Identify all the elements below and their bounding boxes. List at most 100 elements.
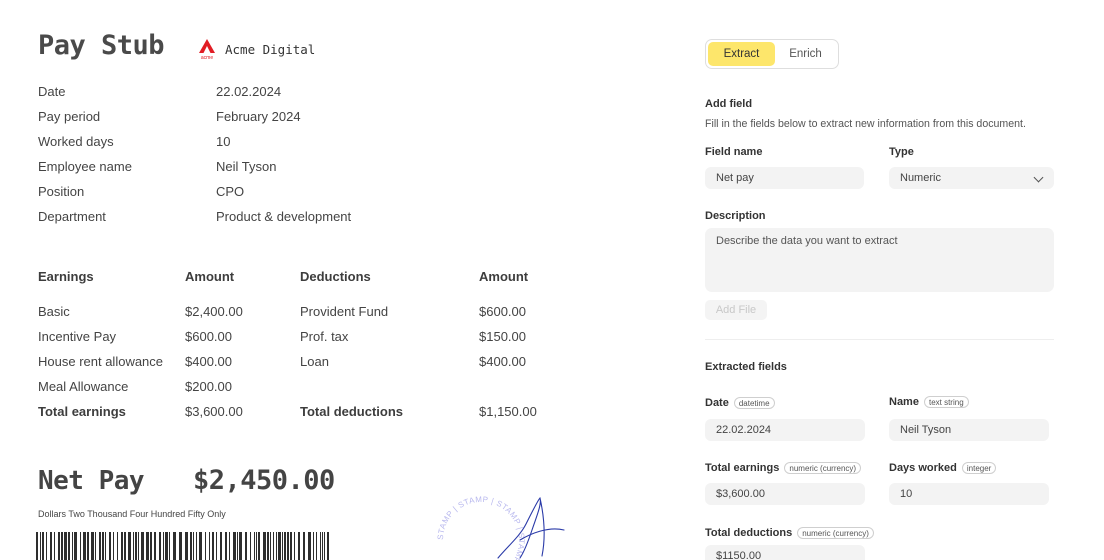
- type-badge: datetime: [733, 397, 775, 410]
- extracted-field-value[interactable]: Neil Tyson: [889, 419, 1049, 441]
- barcode-bar: [199, 532, 202, 560]
- extracted-field-value[interactable]: $3,600.00: [705, 483, 865, 505]
- extracted-field-name: Name: [889, 396, 919, 408]
- barcode-bar: [91, 532, 94, 560]
- extracted-field-value[interactable]: 22.02.2024: [705, 419, 865, 441]
- tab-enrich[interactable]: Enrich: [775, 42, 836, 66]
- extracted-field-value[interactable]: 10: [889, 483, 1049, 505]
- info-label: Pay period: [38, 109, 101, 124]
- barcode-bar: [159, 532, 161, 560]
- company-header: acme Acme Digital: [197, 38, 316, 61]
- barcode-bar: [270, 532, 271, 560]
- table-cell: Provident Fund: [300, 304, 389, 319]
- info-value: CPO: [216, 184, 245, 199]
- barcode-bar: [61, 532, 63, 560]
- barcode-bar: [138, 532, 139, 560]
- section-divider: [705, 339, 1054, 340]
- barcode-bar: [40, 532, 41, 560]
- barcode-bar: [245, 532, 247, 560]
- barcode-bar: [163, 532, 164, 560]
- barcode-bar: [154, 532, 156, 560]
- barcode-bar: [237, 532, 238, 560]
- extracted-field-label: Total deductions numeric (currency): [705, 527, 874, 540]
- total-earnings-value: $3,600.00: [185, 404, 243, 419]
- extracted-field-value[interactable]: $1150.00: [705, 545, 865, 560]
- barcode-bar: [254, 532, 255, 560]
- barcode-bar: [324, 532, 325, 560]
- extracted-field-label: Days worked integer: [889, 462, 997, 475]
- table-cell: $2,400.00: [185, 304, 243, 319]
- barcode-bar: [185, 532, 188, 560]
- barcode-bar: [68, 532, 70, 560]
- type-badge: numeric (currency): [797, 527, 874, 540]
- table-cell: House rent allowance: [38, 354, 164, 369]
- table-cell: Basic: [38, 304, 70, 319]
- type-badge: text string: [923, 396, 969, 409]
- add-file-button[interactable]: Add File: [705, 300, 767, 320]
- add-field-title: Add field: [705, 98, 753, 110]
- table-header: Amount: [185, 269, 235, 284]
- barcode-bar: [80, 532, 81, 560]
- extracted-field-label: Total earnings numeric (currency): [705, 462, 862, 475]
- type-badge: numeric (currency): [784, 462, 862, 475]
- type-select-value: Numeric: [900, 172, 941, 184]
- barcode-bar: [124, 532, 126, 560]
- barcode-bar: [102, 532, 104, 560]
- tab-extract[interactable]: Extract: [708, 42, 775, 66]
- barcode-bar: [316, 532, 317, 560]
- extracted-field-name: Date: [705, 397, 729, 409]
- table-header: Amount: [479, 269, 529, 284]
- barcode-bar: [141, 532, 144, 560]
- barcode-bar: [322, 532, 323, 560]
- barcode-bar: [212, 532, 214, 560]
- company-name: Acme Digital: [225, 41, 316, 57]
- table-header: Deductions: [300, 269, 371, 284]
- barcode-bar: [95, 532, 96, 560]
- net-pay-value: $2,450.00: [193, 465, 335, 496]
- barcode-bar: [294, 532, 295, 560]
- barcode-bar: [225, 532, 227, 560]
- barcode-bar: [290, 532, 292, 560]
- table-cell: Meal Allowance: [38, 379, 129, 394]
- barcode-bar: [150, 532, 152, 560]
- barcode-bar: [135, 532, 137, 560]
- barcode-bar: [36, 532, 38, 560]
- barcode-bar: [74, 532, 77, 560]
- chevron-down-icon: [1033, 172, 1044, 183]
- type-select[interactable]: Numeric: [889, 167, 1054, 189]
- barcode-bar: [233, 532, 236, 560]
- barcode-bar: [109, 532, 111, 560]
- table-cell: $200.00: [185, 379, 232, 394]
- extracted-field-name: Total deductions: [705, 527, 793, 539]
- table-cell: $400.00: [479, 354, 526, 369]
- document-title: Pay Stub: [38, 30, 165, 61]
- barcode-bar: [83, 532, 86, 560]
- barcode-bar: [276, 532, 277, 560]
- description-label: Description: [705, 210, 766, 222]
- table-header: Earnings: [38, 269, 94, 284]
- signature: [490, 496, 570, 560]
- description-textarea[interactable]: Describe the data you want to extract: [705, 228, 1054, 292]
- barcode: [36, 532, 332, 560]
- barcode-bar: [239, 532, 242, 560]
- type-label: Type: [889, 146, 914, 158]
- barcode-bar: [46, 532, 47, 560]
- barcode-bar: [284, 532, 286, 560]
- table-cell: Prof. tax: [300, 329, 349, 344]
- info-label: Worked days: [38, 134, 114, 149]
- barcode-bar: [263, 532, 266, 560]
- info-value: Neil Tyson: [216, 159, 277, 174]
- barcode-bar: [220, 532, 222, 560]
- barcode-bar: [193, 532, 194, 560]
- table-cell: $600.00: [479, 304, 526, 319]
- barcode-bar: [165, 532, 168, 560]
- barcode-bar: [308, 532, 311, 560]
- info-value: 22.02.2024: [216, 84, 282, 99]
- barcode-bar: [258, 532, 260, 560]
- field-name-input[interactable]: Net pay: [705, 167, 864, 189]
- net-pay-label: Net Pay: [38, 466, 145, 496]
- barcode-bar: [282, 532, 283, 560]
- barcode-bar: [105, 532, 106, 560]
- barcode-bar: [298, 532, 300, 560]
- barcode-bar: [209, 532, 210, 560]
